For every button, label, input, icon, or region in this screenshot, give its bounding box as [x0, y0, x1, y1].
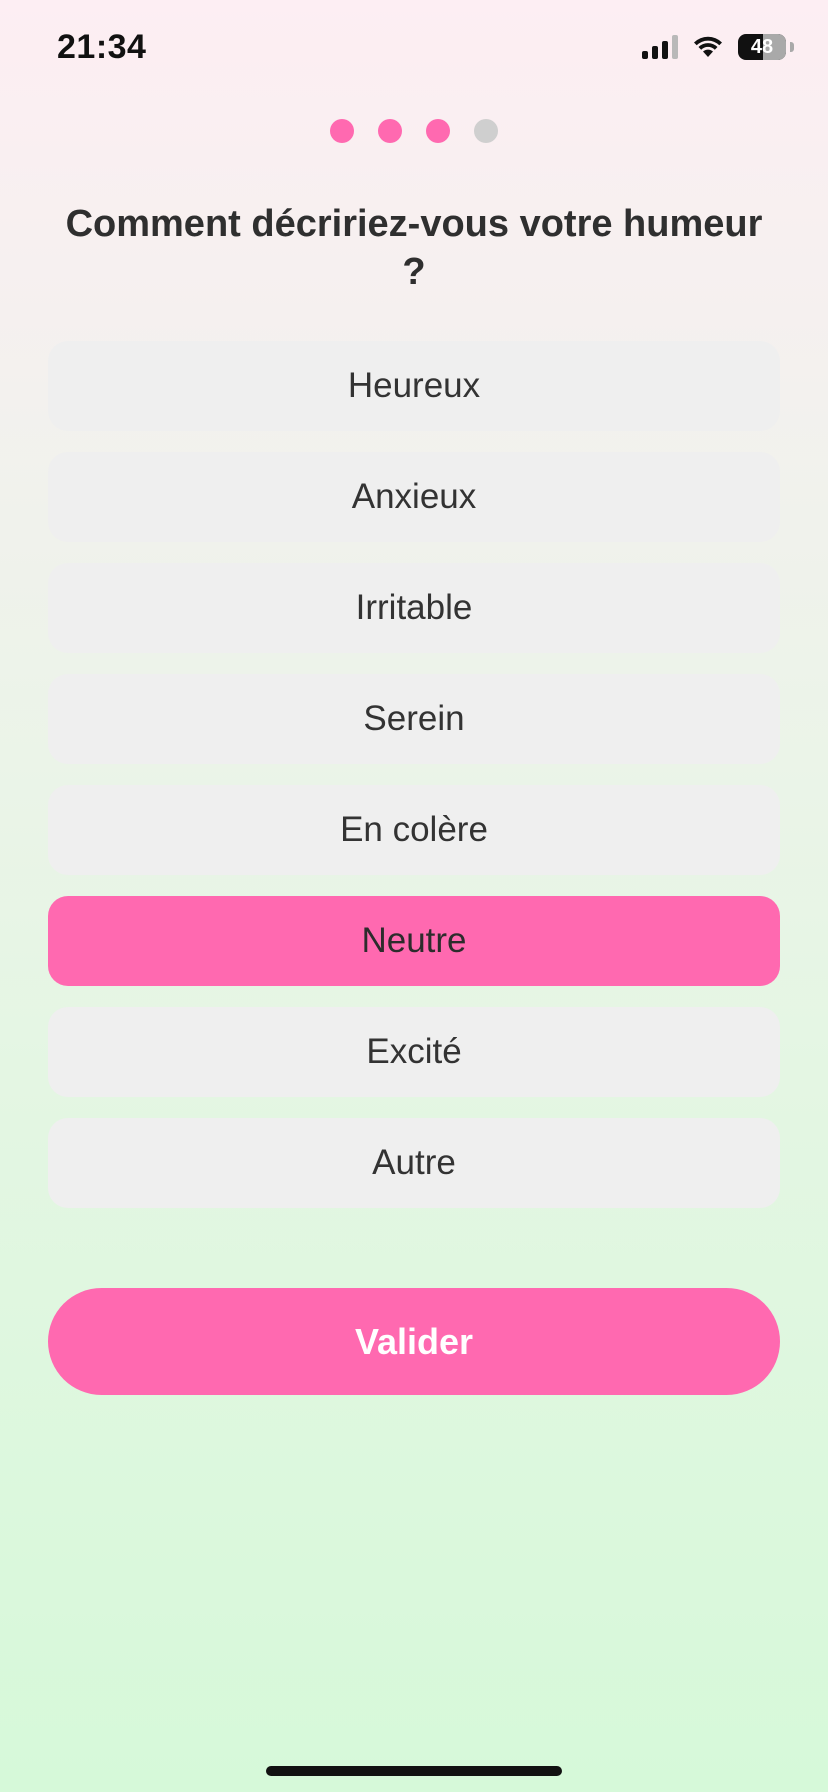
- status-icons: 48: [642, 34, 794, 60]
- wifi-icon: [694, 36, 722, 57]
- battery-percent: 48: [750, 35, 774, 58]
- progress-dot-4: [474, 119, 498, 143]
- mood-option[interactable]: Anxieux: [48, 452, 780, 542]
- progress-dot-3: [426, 119, 450, 143]
- status-time: 21:34: [57, 28, 147, 66]
- mood-option[interactable]: Excité: [48, 1007, 780, 1097]
- validate-button[interactable]: Valider: [48, 1288, 780, 1395]
- mood-option[interactable]: Serein: [48, 674, 780, 764]
- status-bar: 21:34 48: [0, 0, 828, 100]
- progress-dot-1: [330, 119, 354, 143]
- question-title: Comment décririez-vous votre humeur ?: [65, 203, 763, 293]
- home-indicator: [266, 1766, 562, 1776]
- mood-option[interactable]: En colère: [48, 785, 780, 875]
- progress-dots: [0, 119, 828, 143]
- mood-option[interactable]: Neutre: [48, 896, 780, 986]
- cellular-signal-icon: [642, 35, 678, 59]
- battery-icon: 48: [738, 34, 786, 60]
- mood-options-list: Heureux Anxieux Irritable Serein En colère Ne…: [48, 341, 780, 1208]
- progress-dot-2: [378, 119, 402, 143]
- mood-option[interactable]: Autre: [48, 1118, 780, 1208]
- mood-option[interactable]: Heureux: [48, 341, 780, 431]
- battery-cap: [790, 42, 794, 52]
- mood-option[interactable]: Irritable: [48, 563, 780, 653]
